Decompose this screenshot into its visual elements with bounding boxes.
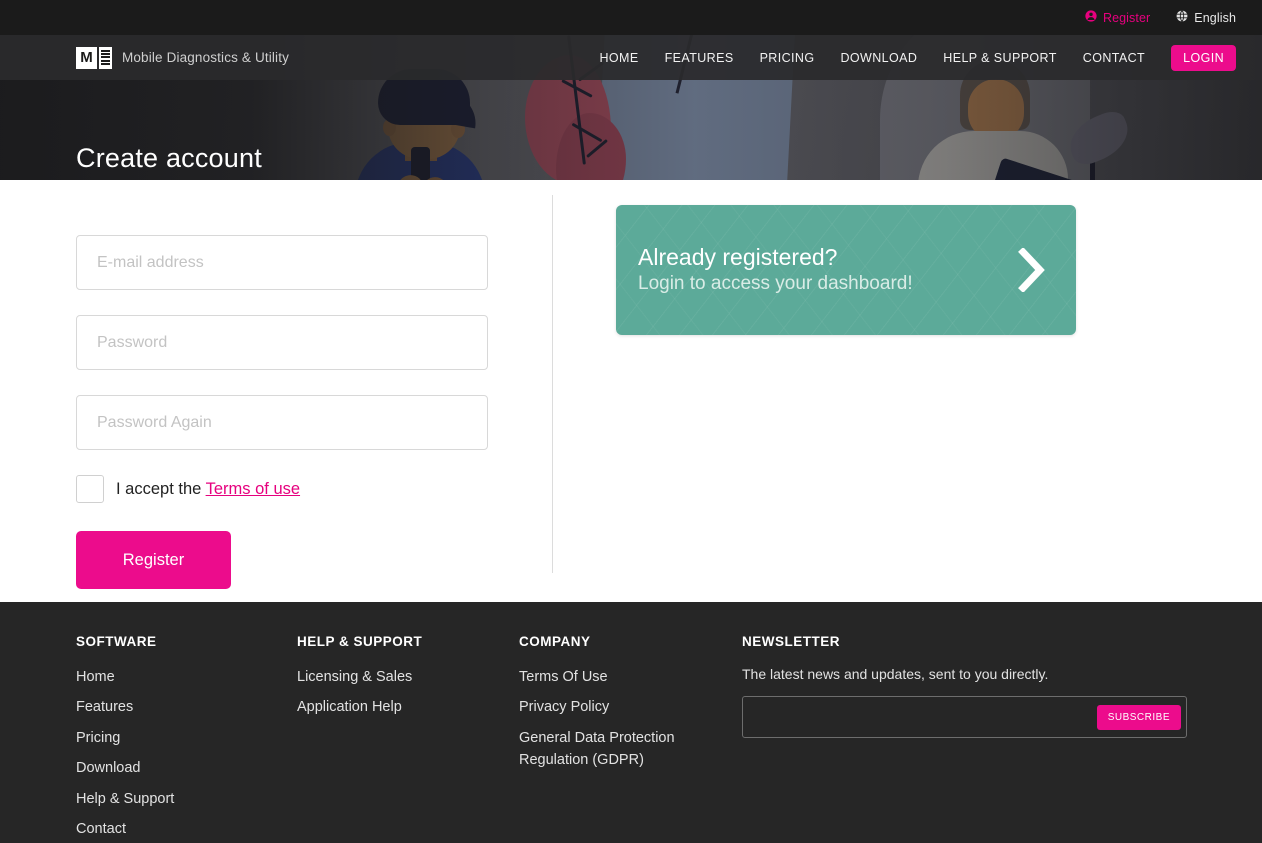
right-column: Already registered? Login to access your… xyxy=(552,180,1076,602)
footer-link-download[interactable]: Download xyxy=(76,757,297,779)
card-text-block: Already registered? Login to access your… xyxy=(638,243,913,296)
topbar-register-label: Register xyxy=(1103,11,1150,25)
accept-terms-checkbox[interactable] xyxy=(76,475,104,503)
nav-item-contact[interactable]: CONTACT xyxy=(1083,51,1145,65)
footer-link-licensing-sales[interactable]: Licensing & Sales xyxy=(297,666,519,688)
main-navigation: M Mobile Diagnostics & Utility HOME FEAT… xyxy=(0,35,1262,80)
nav-item-download[interactable]: DOWNLOAD xyxy=(840,51,917,65)
footer-column-software: SOFTWARE Home Features Pricing Download … xyxy=(76,634,297,843)
register-submit-button[interactable]: Register xyxy=(76,531,231,589)
brand-name: Mobile Diagnostics & Utility xyxy=(122,50,289,65)
password-input[interactable] xyxy=(76,315,488,370)
topbar-language-selector[interactable]: English xyxy=(1176,10,1236,25)
nav-item-home[interactable]: HOME xyxy=(600,51,639,65)
top-utility-bar: Register English xyxy=(0,0,1262,35)
footer-link-contact[interactable]: Contact xyxy=(76,818,297,840)
footer-heading-company: COMPANY xyxy=(519,634,742,649)
already-registered-card[interactable]: Already registered? Login to access your… xyxy=(616,205,1076,335)
footer-link-gdpr[interactable]: General Data Protection Regulation (GDPR… xyxy=(519,727,742,772)
terms-of-use-link[interactable]: Terms of use xyxy=(206,480,300,498)
nav-links: HOME FEATURES PRICING DOWNLOAD HELP & SU… xyxy=(600,45,1237,71)
newsletter-note: The latest news and updates, sent to you… xyxy=(742,666,1212,682)
email-input[interactable] xyxy=(76,235,488,290)
site-footer: SOFTWARE Home Features Pricing Download … xyxy=(0,602,1262,843)
logo-bars-icon xyxy=(99,47,112,69)
nav-item-features[interactable]: FEATURES xyxy=(665,51,734,65)
footer-link-terms-of-use[interactable]: Terms Of Use xyxy=(519,666,742,688)
registration-form: I accept the Terms of use Register xyxy=(0,180,552,602)
brand-logo[interactable]: M Mobile Diagnostics & Utility xyxy=(76,47,289,69)
logo-letter: M xyxy=(76,47,97,69)
card-title: Already registered? xyxy=(638,243,913,272)
globe-icon xyxy=(1176,10,1188,25)
footer-link-privacy-policy[interactable]: Privacy Policy xyxy=(519,696,742,718)
accept-terms-prefix: I accept the xyxy=(116,480,206,498)
footer-heading-help-support: HELP & SUPPORT xyxy=(297,634,519,649)
login-button[interactable]: LOGIN xyxy=(1171,45,1236,71)
topbar-register-link[interactable]: Register xyxy=(1085,10,1150,25)
footer-heading-newsletter: NEWSLETTER xyxy=(742,634,1212,649)
chevron-right-icon xyxy=(1016,248,1046,292)
footer-column-newsletter: NEWSLETTER The latest news and updates, … xyxy=(742,634,1212,843)
column-divider xyxy=(552,195,553,573)
password-again-input[interactable] xyxy=(76,395,488,450)
hero-banner: M Mobile Diagnostics & Utility HOME FEAT… xyxy=(0,35,1262,180)
footer-column-company: COMPANY Terms Of Use Privacy Policy Gene… xyxy=(519,634,742,843)
footer-link-home[interactable]: Home xyxy=(76,666,297,688)
card-subtitle: Login to access your dashboard! xyxy=(638,272,913,297)
accept-terms-label: I accept the Terms of use xyxy=(116,480,300,499)
page-title: Create account xyxy=(76,143,262,180)
nav-item-pricing[interactable]: PRICING xyxy=(760,51,815,65)
footer-link-help-support[interactable]: Help & Support xyxy=(76,788,297,810)
subscribe-button[interactable]: SUBSCRIBE xyxy=(1097,705,1181,730)
footer-column-help-support: HELP & SUPPORT Licensing & Sales Applica… xyxy=(297,634,519,843)
footer-heading-software: SOFTWARE xyxy=(76,634,297,649)
main-content: I accept the Terms of use Register Alrea… xyxy=(0,180,1262,602)
newsletter-email-input[interactable] xyxy=(743,697,1097,737)
footer-link-pricing[interactable]: Pricing xyxy=(76,727,297,749)
footer-link-application-help[interactable]: Application Help xyxy=(297,696,519,718)
topbar-language-label: English xyxy=(1194,11,1236,25)
nav-item-help-support[interactable]: HELP & SUPPORT xyxy=(943,51,1057,65)
terms-acceptance-row: I accept the Terms of use xyxy=(76,475,552,503)
footer-link-features[interactable]: Features xyxy=(76,696,297,718)
user-circle-icon xyxy=(1085,10,1097,25)
newsletter-form: SUBSCRIBE xyxy=(742,696,1187,738)
logo-icon: M xyxy=(76,47,112,69)
